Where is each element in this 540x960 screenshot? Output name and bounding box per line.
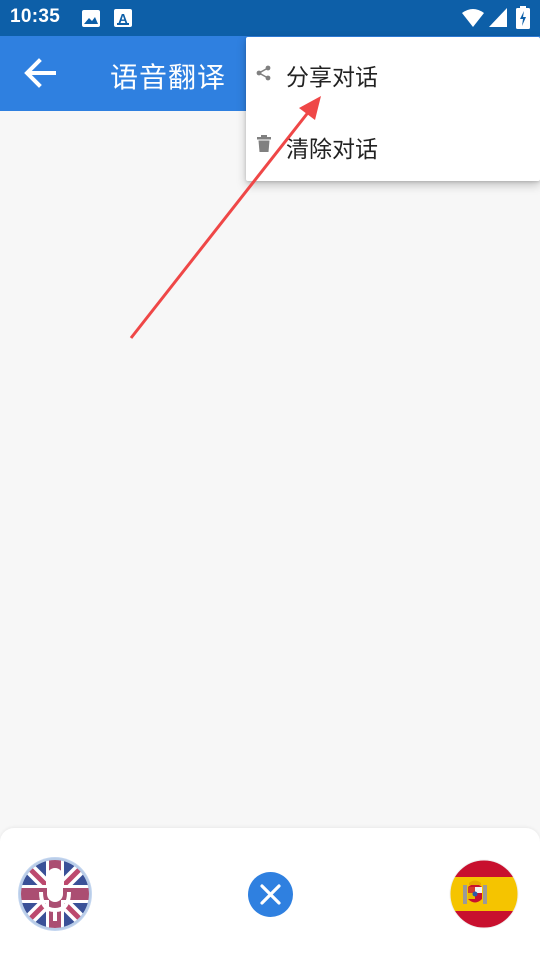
uk-flag-mic-icon <box>18 857 92 931</box>
target-language-button[interactable] <box>449 859 519 929</box>
bottom-bar <box>0 828 540 960</box>
menu-item-label: 分享对话 <box>286 65 378 91</box>
image-icon <box>82 10 100 27</box>
close-button[interactable] <box>248 872 293 917</box>
back-button[interactable] <box>20 54 62 94</box>
menu-item-share[interactable]: 分享对话 <box>246 37 540 109</box>
status-bar: 10:35 A <box>0 0 540 36</box>
trash-icon <box>257 135 271 152</box>
menu-item-clear[interactable]: 清除对话 <box>246 109 540 181</box>
arrow-left-icon <box>24 58 56 88</box>
wifi-icon <box>462 9 484 27</box>
close-icon <box>260 884 281 905</box>
source-language-mic-button[interactable] <box>17 856 93 932</box>
page-title: 语音翻译 <box>110 61 227 94</box>
share-icon <box>256 65 271 81</box>
overflow-menu: 分享对话 清除对话 <box>246 37 540 181</box>
status-time: 10:35 <box>10 6 61 27</box>
battery-icon <box>516 6 530 29</box>
menu-item-label: 清除对话 <box>286 137 378 163</box>
signal-icon <box>489 8 507 27</box>
spain-flag-icon <box>449 859 519 929</box>
a-box-icon: A <box>114 9 132 27</box>
